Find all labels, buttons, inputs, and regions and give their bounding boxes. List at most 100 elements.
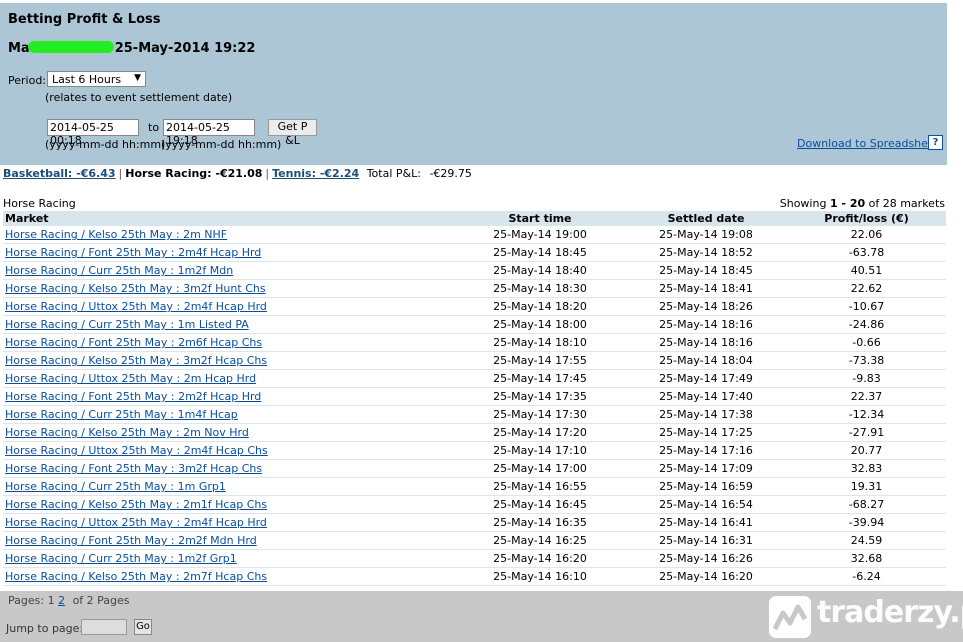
market-link[interactable]: Horse Racing / Kelso 25th May : 2m Nov H… bbox=[5, 426, 249, 439]
market-link[interactable]: Horse Racing / Kelso 25th May : 2m7f Hca… bbox=[5, 570, 267, 583]
horse-racing-summary: Horse Racing: -€21.08 bbox=[125, 167, 263, 180]
settled-date-cell: 25-May-14 18:45 bbox=[625, 261, 787, 280]
table-row: Horse Racing / Curr 25th May : 1m4f Hcap… bbox=[3, 405, 946, 424]
market-link[interactable]: Horse Racing / Kelso 25th May : 2m1f Hca… bbox=[5, 498, 267, 511]
market-cell: Horse Racing / Kelso 25th May : 3m2f Hca… bbox=[3, 351, 455, 370]
market-link[interactable]: Horse Racing / Uttox 25th May : 2m Hcap … bbox=[5, 372, 256, 385]
pl-summary: Basketball: -€6.43 | Horse Racing: -€21.08… bbox=[3, 167, 472, 180]
market-link[interactable]: Horse Racing / Font 25th May : 2m6f Hcap… bbox=[5, 336, 262, 349]
markets-table: Market Start time Settled date Profit/lo… bbox=[3, 211, 946, 586]
market-link[interactable]: Horse Racing / Font 25th May : 2m4f Hcap… bbox=[5, 246, 261, 259]
profit-loss-cell: -6.24 bbox=[787, 567, 946, 586]
period-label: Period: bbox=[8, 74, 47, 87]
market-link[interactable]: Horse Racing / Font 25th May : 2m2f Mdn … bbox=[5, 534, 257, 547]
profit-loss-cell: -63.78 bbox=[787, 243, 946, 262]
showing-prefix: Showing bbox=[779, 197, 827, 210]
market-link[interactable]: Horse Racing / Font 25th May : 2m2f Hcap… bbox=[5, 390, 261, 403]
pagination: Pages: 1 2 of 2 Pages bbox=[8, 594, 130, 607]
profit-loss-cell: 22.06 bbox=[787, 226, 946, 244]
column-header-settled-date: Settled date bbox=[625, 211, 787, 226]
table-row: Horse Racing / Kelso 25th May : 2m1f Hca… bbox=[3, 495, 946, 514]
settled-date-cell: 25-May-14 16:31 bbox=[625, 531, 787, 550]
settled-date-cell: 25-May-14 18:26 bbox=[625, 297, 787, 316]
settled-date-cell: 25-May-14 16:41 bbox=[625, 513, 787, 532]
market-link[interactable]: Horse Racing / Font 25th May : 3m2f Hcap… bbox=[5, 462, 262, 475]
jump-page-input[interactable] bbox=[81, 619, 127, 635]
column-header-profit-loss: Profit/loss (€) bbox=[787, 211, 946, 226]
table-row: Horse Racing / Kelso 25th May : 2m7f Hca… bbox=[3, 567, 946, 586]
settled-date-cell: 25-May-14 17:09 bbox=[625, 459, 787, 478]
table-row: Horse Racing / Uttox 25th May : 2m4f Hca… bbox=[3, 513, 946, 532]
download-spreadsheet-link[interactable]: Download to Spreadsheet bbox=[797, 137, 939, 150]
market-cell: Horse Racing / Font 25th May : 2m4f Hcap… bbox=[3, 243, 455, 262]
market-link[interactable]: Horse Racing / Curr 25th May : 1m Listed… bbox=[5, 318, 249, 331]
from-format-hint: (yyyy-mm-dd hh:mm) bbox=[45, 138, 166, 151]
separator: | bbox=[118, 167, 123, 180]
table-row: Horse Racing / Font 25th May : 3m2f Hcap… bbox=[3, 459, 946, 478]
table-row: Horse Racing / Font 25th May : 2m2f Hcap… bbox=[3, 387, 946, 406]
separator: | bbox=[265, 167, 270, 180]
market-cell: Horse Racing / Uttox 25th May : 2m4f Hca… bbox=[3, 441, 455, 460]
help-icon[interactable]: ? bbox=[928, 135, 943, 150]
market-link[interactable]: Horse Racing / Curr 25th May : 1m4f Hcap bbox=[5, 408, 238, 421]
table-row: Horse Racing / Curr 25th May : 1m2f Grp1… bbox=[3, 549, 946, 568]
market-link[interactable]: Horse Racing / Kelso 25th May : 2m NHF bbox=[5, 228, 227, 241]
market-cell: Horse Racing / Kelso 25th May : 3m2f Hun… bbox=[3, 279, 455, 298]
profit-loss-cell: 40.51 bbox=[787, 261, 946, 280]
profit-loss-cell: 20.77 bbox=[787, 441, 946, 460]
profit-loss-cell: 22.62 bbox=[787, 279, 946, 298]
showing-range: 1 - 20 bbox=[829, 197, 866, 210]
profit-loss-cell: -68.27 bbox=[787, 495, 946, 514]
go-button[interactable]: Go bbox=[134, 619, 152, 635]
settled-date-cell: 25-May-14 19:08 bbox=[625, 226, 787, 244]
start-time-cell: 25-May-14 18:30 bbox=[455, 279, 625, 298]
showing-suffix: of 28 markets bbox=[868, 197, 945, 210]
market-cell: Horse Racing / Kelso 25th May : 2m NHF bbox=[3, 226, 455, 244]
market-cell: Horse Racing / Kelso 25th May : 2m Nov H… bbox=[3, 423, 455, 442]
to-label: to bbox=[148, 121, 160, 134]
table-row: Horse Racing / Font 25th May : 2m6f Hcap… bbox=[3, 333, 946, 352]
market-cell: Horse Racing / Font 25th May : 2m6f Hcap… bbox=[3, 333, 455, 352]
settled-date-cell: 25-May-14 16:20 bbox=[625, 567, 787, 586]
current-datetime: 25-May-2014 19:22 bbox=[114, 41, 256, 56]
market-cell: Horse Racing / Uttox 25th May : 2m4f Hca… bbox=[3, 513, 455, 532]
market-link[interactable]: Horse Racing / Curr 25th May : 1m2f Grp1 bbox=[5, 552, 237, 565]
market-link[interactable]: Horse Racing / Kelso 25th May : 3m2f Hca… bbox=[5, 354, 267, 367]
period-select[interactable]: Last 6 Hours ▼ bbox=[47, 71, 146, 87]
market-link[interactable]: Horse Racing / Uttox 25th May : 2m4f Hca… bbox=[5, 516, 267, 529]
market-link[interactable]: Horse Racing / Uttox 25th May : 2m4f Hca… bbox=[5, 444, 268, 457]
profit-loss-cell: -24.86 bbox=[787, 315, 946, 334]
get-pl-button[interactable]: Get P &L bbox=[268, 119, 317, 147]
settlement-note: (relates to event settlement date) bbox=[45, 91, 233, 104]
filter-panel: Betting Profit & Loss Ma 25-May-2014 19:2… bbox=[0, 3, 947, 165]
from-date-input[interactable]: 2014-05-25 00:18 bbox=[47, 119, 139, 147]
profit-loss-cell: 32.83 bbox=[787, 459, 946, 478]
market-cell: Horse Racing / Uttox 25th May : 2m Hcap … bbox=[3, 369, 455, 388]
start-time-cell: 25-May-14 17:55 bbox=[455, 351, 625, 370]
basketball-summary-link[interactable]: Basketball: -€6.43 bbox=[3, 167, 116, 180]
market-link[interactable]: Horse Racing / Curr 25th May : 1m Grp1 bbox=[5, 480, 226, 493]
market-cell: Horse Racing / Curr 25th May : 1m4f Hcap bbox=[3, 405, 455, 424]
pages-label: Pages: bbox=[8, 594, 45, 607]
market-cell: Horse Racing / Font 25th May : 3m2f Hcap… bbox=[3, 459, 455, 478]
market-link[interactable]: Horse Racing / Curr 25th May : 1m2f Mdn bbox=[5, 264, 233, 277]
tennis-summary-link[interactable]: Tennis: -€2.24 bbox=[272, 167, 359, 180]
table-row: Horse Racing / Curr 25th May : 1m Listed… bbox=[3, 315, 946, 334]
watermark-text: traderzy.pl bbox=[817, 595, 963, 630]
to-date-input[interactable]: 2014-05-25 19:18 bbox=[163, 119, 255, 147]
start-time-cell: 25-May-14 17:00 bbox=[455, 459, 625, 478]
traderzy-logo-icon bbox=[769, 596, 811, 638]
market-cell: Horse Racing / Curr 25th May : 1m Listed… bbox=[3, 315, 455, 334]
market-cell: Horse Racing / Kelso 25th May : 2m7f Hca… bbox=[3, 567, 455, 586]
market-link[interactable]: Horse Racing / Uttox 25th May : 2m4f Hca… bbox=[5, 300, 267, 313]
table-row: Horse Racing / Font 25th May : 2m4f Hcap… bbox=[3, 243, 946, 262]
jump-label: Jump to page: bbox=[6, 622, 84, 635]
page-link-2[interactable]: 2 bbox=[58, 594, 65, 607]
market-link[interactable]: Horse Racing / Kelso 25th May : 3m2f Hun… bbox=[5, 282, 266, 295]
column-header-start-time: Start time bbox=[455, 211, 625, 226]
market-cell: Horse Racing / Font 25th May : 2m2f Hcap… bbox=[3, 387, 455, 406]
settled-date-cell: 25-May-14 17:16 bbox=[625, 441, 787, 460]
table-row: Horse Racing / Kelso 25th May : 2m Nov H… bbox=[3, 423, 946, 442]
market-cell: Horse Racing / Uttox 25th May : 2m4f Hca… bbox=[3, 297, 455, 316]
table-row: Horse Racing / Kelso 25th May : 2m NHF 25… bbox=[3, 226, 946, 244]
